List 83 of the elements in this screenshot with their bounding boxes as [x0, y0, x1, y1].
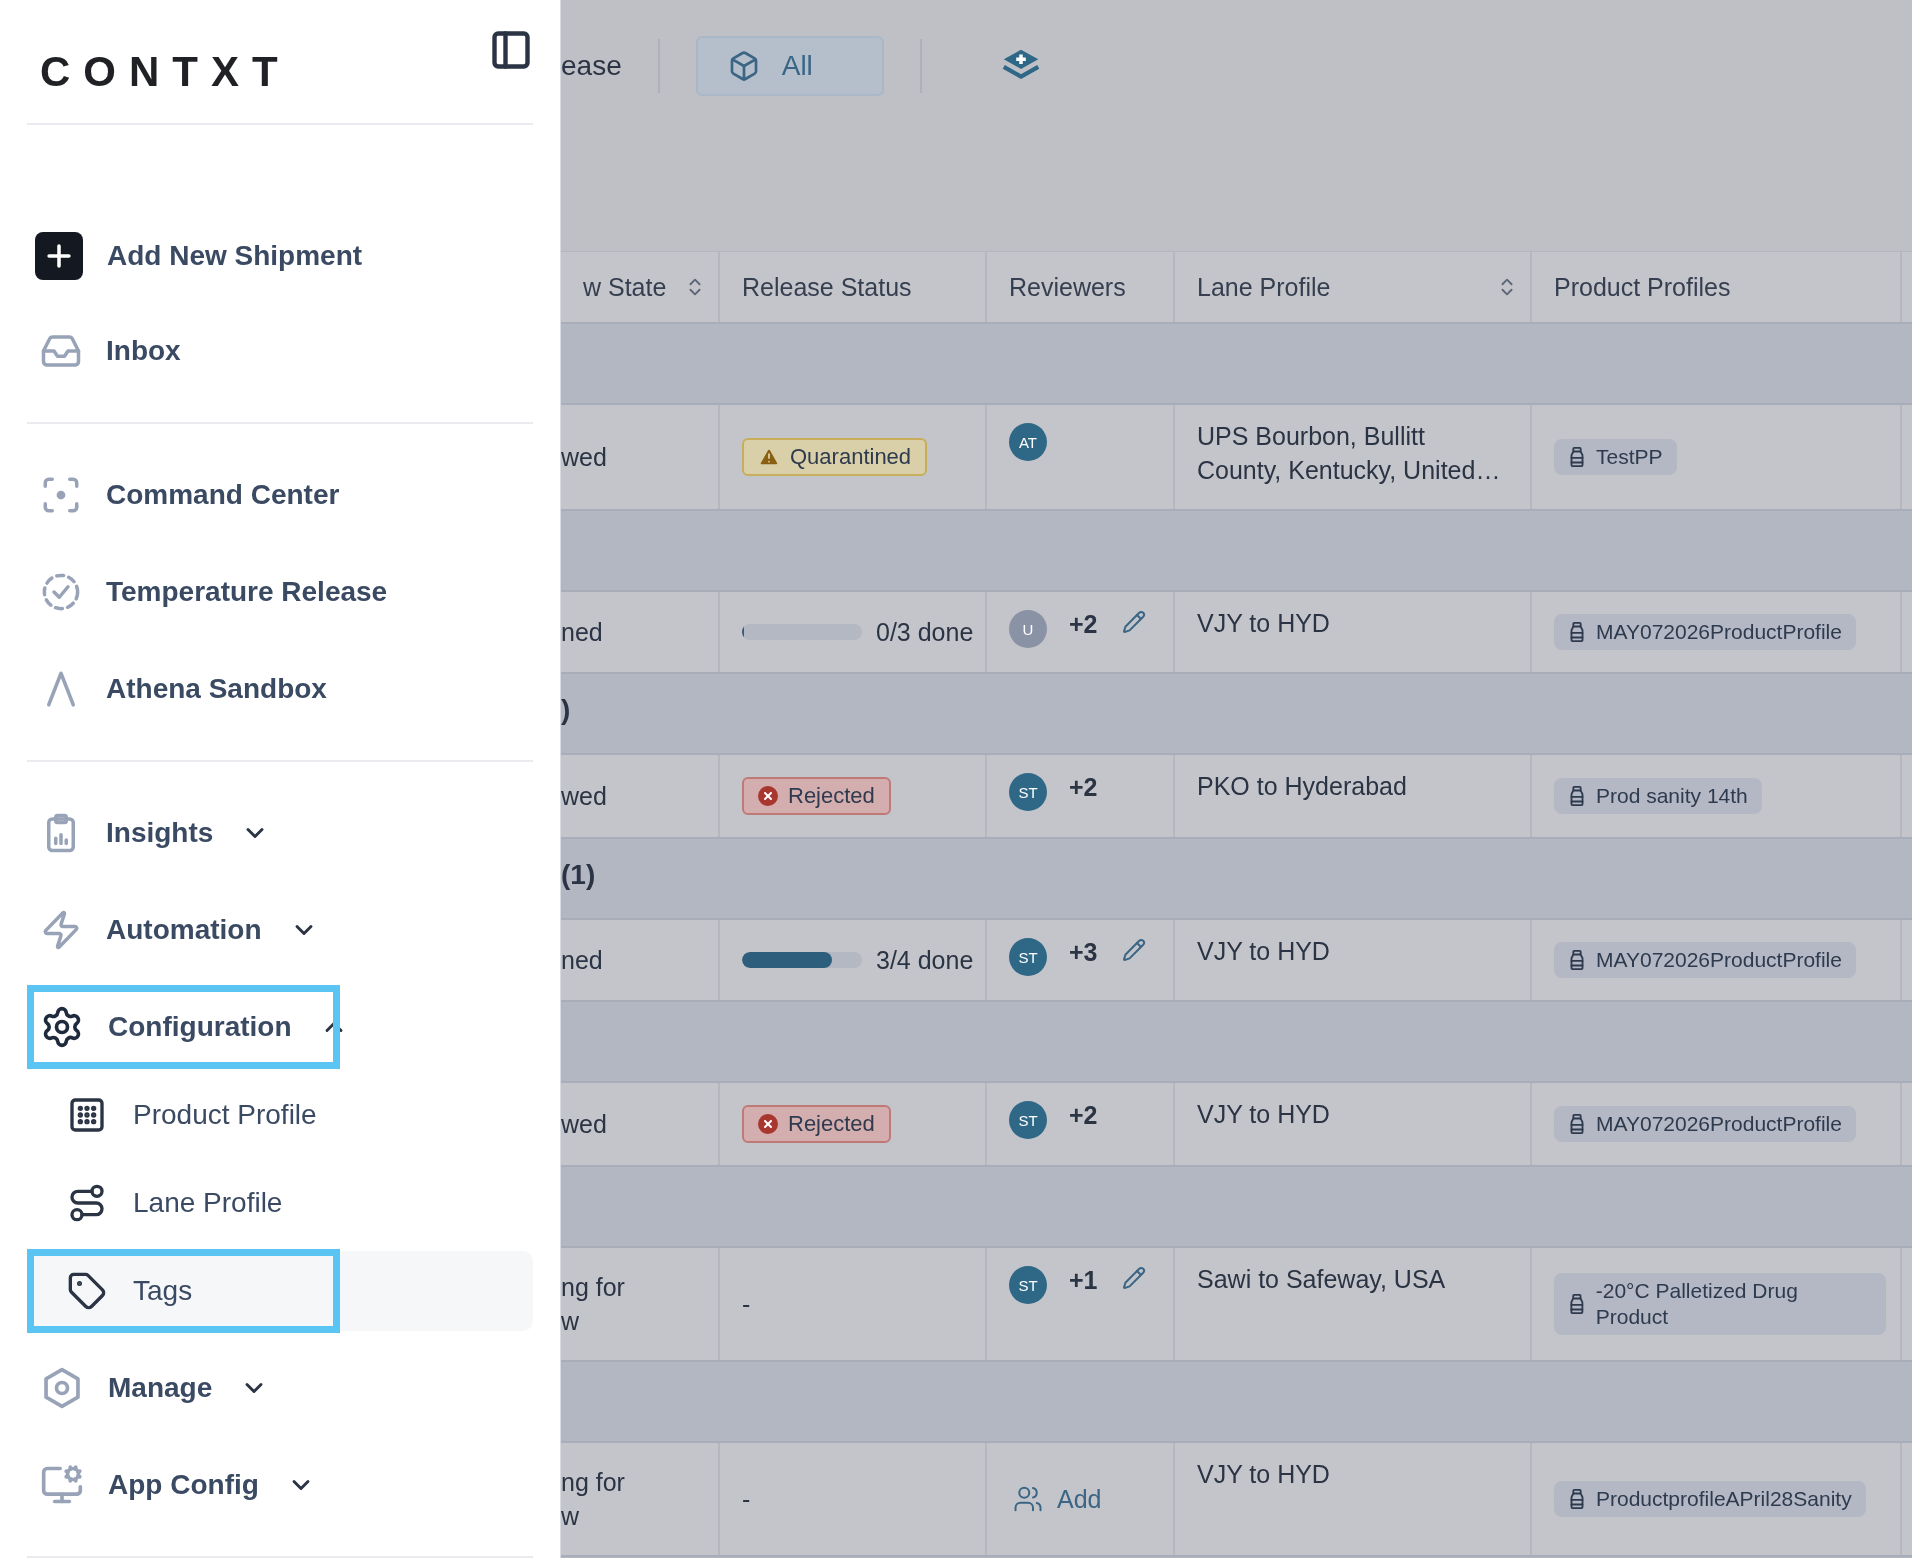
edit-icon[interactable]: [1121, 610, 1146, 634]
bottle-icon: [1568, 1293, 1586, 1315]
avatar: AT: [1009, 423, 1047, 461]
reviewer-count: +1: [1069, 1266, 1098, 1295]
column-header[interactable]: Release Status: [720, 252, 987, 322]
add-icon: [35, 232, 83, 280]
add-reviewer-link[interactable]: Add: [1013, 1484, 1102, 1514]
bottle-icon: [1568, 785, 1586, 807]
error-icon: [758, 786, 778, 806]
table-cell-text: UPS Bourbon, Bullitt County, Kentucky, United…: [1197, 421, 1502, 486]
product-tag: MAY072026ProductProfile: [1554, 942, 1856, 978]
sidebar-item[interactable]: Automation: [27, 890, 533, 970]
reviewer-count: +3: [1069, 938, 1098, 967]
avatar: ST: [1009, 938, 1047, 976]
sidebar-item[interactable]: App Config: [27, 1445, 533, 1525]
column-header[interactable]: Reviewers: [987, 252, 1175, 322]
dotted-grid-icon: [67, 1095, 107, 1135]
edit-icon[interactable]: [1121, 938, 1146, 962]
progress-text: 0/3 done: [876, 617, 974, 648]
product-tag: MAY072026ProductProfile: [1554, 1106, 1856, 1142]
error-icon: [758, 1114, 778, 1134]
product-tag: -20°C Palletized Drug Product: [1554, 1273, 1886, 1335]
table-cell-text: ng for: [561, 1467, 625, 1498]
group-title: ): [561, 693, 571, 726]
avatar: ST: [1009, 1101, 1047, 1139]
product-tag: MAY072026ProductProfile: [1554, 614, 1856, 650]
sidebar-item[interactable]: Configuration: [27, 987, 533, 1067]
column-header[interactable]: Product Profiles: [1532, 252, 1902, 322]
sidebar-subitem[interactable]: Tags: [27, 1251, 533, 1331]
table-cell-text: ng for: [561, 1272, 625, 1303]
logo: CONTXT: [40, 47, 291, 96]
avatar: ST: [1009, 1266, 1047, 1304]
avatar: ST: [1009, 773, 1047, 811]
table-cell-text: wed: [561, 781, 607, 812]
sidebar-subitem[interactable]: Lane Profile: [27, 1163, 533, 1243]
sidebar-item[interactable]: Inbox: [27, 311, 533, 391]
table-cell-text: VJY to HYD: [1197, 608, 1330, 639]
table-cell-text: w: [561, 1501, 581, 1532]
tag-icon: [67, 1271, 107, 1311]
sidebar-item[interactable]: Command Center: [27, 455, 533, 535]
edit-icon[interactable]: [1121, 1266, 1146, 1290]
table-cell-text: w: [561, 1306, 581, 1337]
reviewer-count: +2: [1069, 610, 1098, 639]
product-tag: Prod sanity 14th: [1554, 778, 1762, 814]
bottle-icon: [1568, 446, 1586, 468]
table-cell-text: VJY to HYD: [1197, 1459, 1330, 1490]
bottle-icon: [1568, 1488, 1586, 1510]
dashed-check-icon: [40, 571, 82, 613]
reviewer-count: +2: [1069, 773, 1098, 802]
route-icon: [67, 1183, 107, 1223]
table-cell-text: wed: [561, 1109, 607, 1140]
reviewer-count: +2: [1069, 1101, 1098, 1130]
bottle-icon: [1568, 1113, 1586, 1135]
product-tag: TestPP: [1554, 439, 1677, 475]
progress-text: 3/4 done: [876, 945, 974, 976]
sidebar-item[interactable]: Manage: [27, 1348, 533, 1428]
table-cell-text: VJY to HYD: [1197, 936, 1330, 967]
table-cell-text: PKO to Hyderabad: [1197, 771, 1407, 802]
status-badge: Rejected: [742, 1105, 891, 1143]
table-cell-text: -: [742, 1289, 751, 1320]
sidebar-item[interactable]: Temperature Release: [27, 552, 533, 632]
column-header[interactable]: w State: [561, 252, 720, 322]
avatar: U: [1009, 610, 1047, 648]
table-cell-text: ned: [561, 945, 603, 976]
warning-icon: [758, 446, 780, 468]
bottle-icon: [1568, 621, 1586, 643]
table-cell-text: Sawi to Safeway, USA: [1197, 1264, 1446, 1295]
product-tag: ProductprofileAPril28Sanity: [1554, 1481, 1866, 1517]
sidebar-item[interactable]: Athena Sandbox: [27, 649, 533, 729]
table-cell-text: wed: [561, 442, 607, 473]
status-badge: Quarantined: [742, 438, 928, 476]
users-icon: [1013, 1484, 1043, 1514]
tab[interactable]: ease: [561, 36, 622, 96]
table-cell-text: VJY to HYD: [1197, 1099, 1330, 1130]
bottle-icon: [1568, 949, 1586, 971]
table-cell-text: ned: [561, 617, 603, 648]
group-title: (1): [561, 858, 596, 891]
status-badge: Rejected: [742, 777, 891, 815]
table-cell-text: -: [742, 1484, 751, 1515]
sidebar-subitem[interactable]: Product Profile: [27, 1075, 533, 1155]
add-shipment-button[interactable]: Add New Shipment: [27, 216, 533, 296]
sidebar-item[interactable]: Insights: [27, 793, 533, 873]
column-header[interactable]: Lane Profile: [1175, 252, 1532, 322]
